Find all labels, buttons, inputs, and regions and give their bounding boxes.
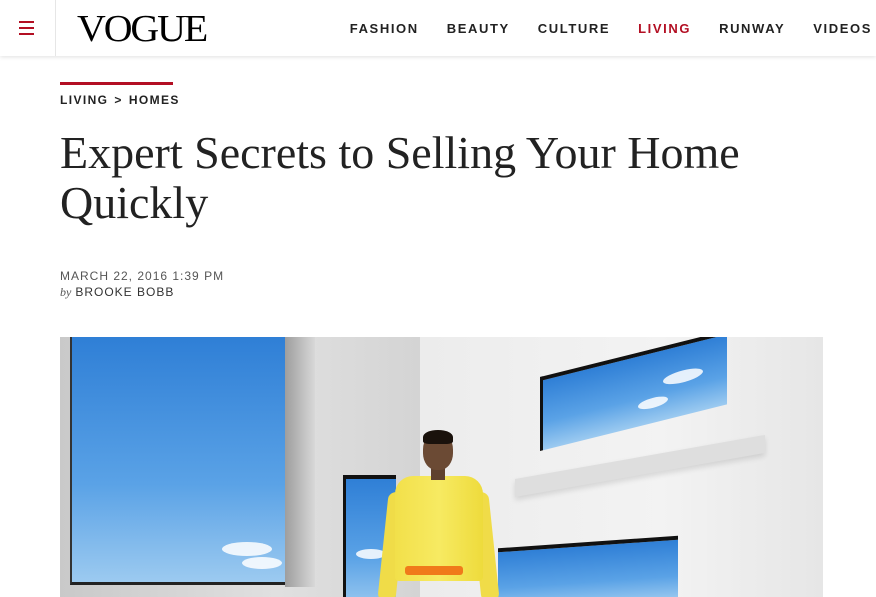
nav-item-fashion[interactable]: FASHION	[350, 21, 419, 36]
breadcrumb-homes[interactable]: HOMES	[129, 93, 180, 107]
byline-prefix: by	[60, 285, 72, 299]
byline: by BROOKE BOBB	[60, 285, 174, 300]
hero-model-figure	[377, 430, 500, 597]
site-header: VOGUE FASHION BEAUTY CULTURE LIVING RUNW…	[0, 0, 876, 56]
hero-window-left	[70, 337, 292, 585]
breadcrumb-separator: >	[114, 93, 123, 107]
hero-window-frame	[285, 337, 315, 587]
nav-item-beauty[interactable]: BEAUTY	[447, 21, 510, 36]
author-link[interactable]: BROOKE BOBB	[75, 285, 174, 299]
nav-item-runway[interactable]: RUNWAY	[719, 21, 785, 36]
publish-date: MARCH 22, 2016 1:39 PM	[60, 269, 225, 283]
section-accent-rule	[60, 82, 173, 85]
breadcrumb-living[interactable]: LIVING	[60, 93, 108, 107]
breadcrumb: LIVING > HOMES	[60, 93, 180, 107]
article-title: Expert Secrets to Selling Your Home Quic…	[60, 127, 740, 228]
nav-item-living[interactable]: LIVING	[638, 21, 691, 36]
hamburger-menu-icon[interactable]	[0, 0, 56, 56]
vogue-logo[interactable]: VOGUE	[77, 9, 208, 49]
nav-item-videos[interactable]: VIDEOS	[813, 21, 872, 36]
main-nav: FASHION BEAUTY CULTURE LIVING RUNWAY VID…	[350, 0, 876, 56]
nav-item-culture[interactable]: CULTURE	[538, 21, 610, 36]
hero-image	[60, 337, 823, 597]
